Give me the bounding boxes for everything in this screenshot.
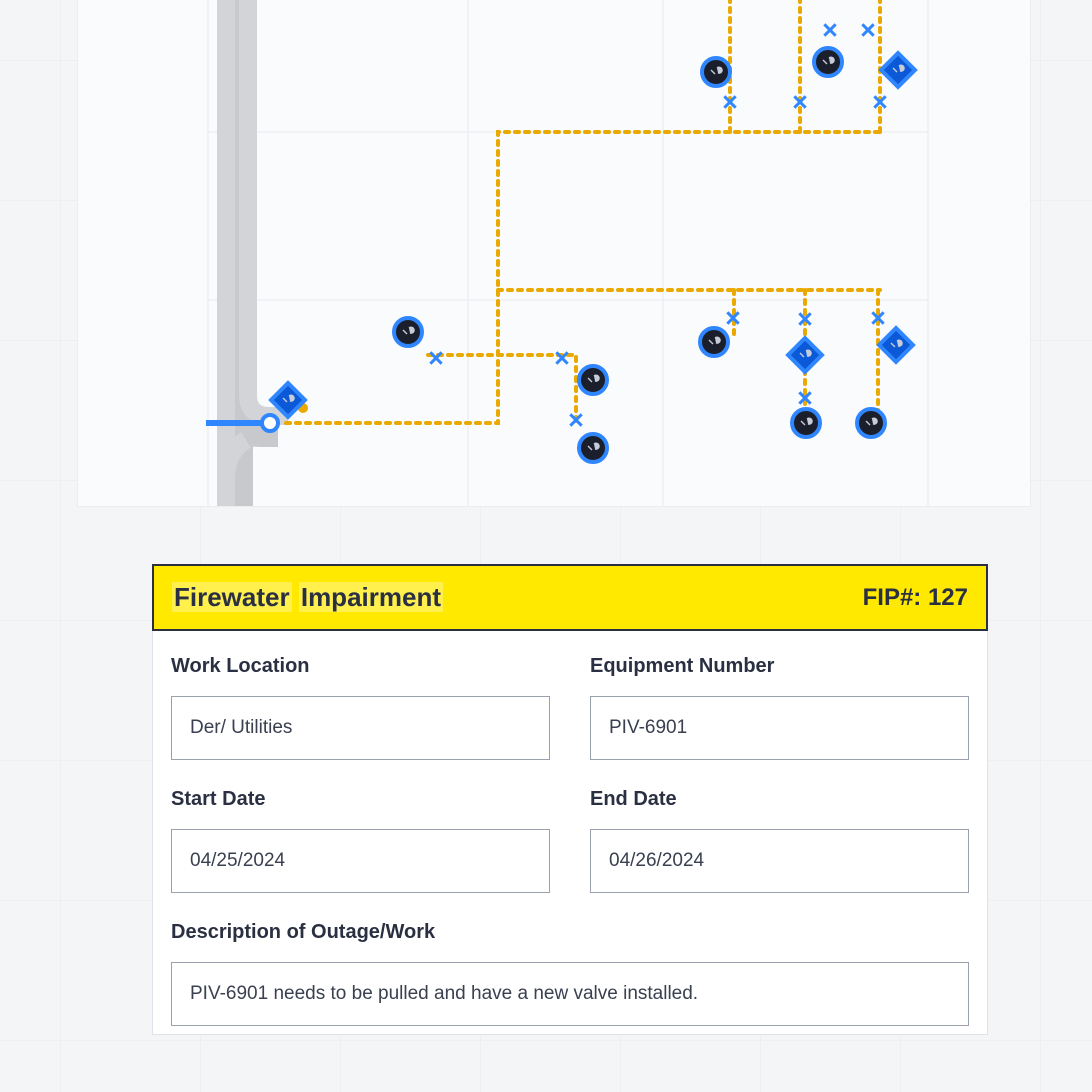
pipe-diagram[interactable] [78,0,1030,506]
hydrant-node[interactable] [702,58,730,86]
label-start-date: Start Date [171,788,550,811]
valve-node[interactable] [879,328,913,362]
hydrant-node[interactable] [579,434,607,462]
form-body: Work Location Equipment Number Start Dat… [153,631,987,1034]
valve-node[interactable] [881,53,915,87]
field-work-location: Work Location [171,655,550,760]
page: Firewater Impairment FIP#: 127 Work Loca… [0,0,1092,1092]
input-work-location[interactable] [171,696,550,760]
form-header: Firewater Impairment FIP#: 127 [152,564,988,631]
field-equipment-number: Equipment Number [590,655,969,760]
form-title-word: Firewater [172,582,292,612]
label-description: Description of Outage/Work [171,921,969,944]
hydrant-node[interactable] [857,409,885,437]
form-title: Firewater Impairment [172,582,443,613]
pipe-diagram-svg [78,0,1030,506]
hydrant-node[interactable] [394,318,422,346]
hydrant-node[interactable] [792,409,820,437]
hydrant-node[interactable] [700,328,728,356]
road [226,0,288,506]
input-equipment-number[interactable] [590,696,969,760]
hydrant-node[interactable] [814,48,842,76]
input-start-date[interactable] [171,829,550,893]
label-equipment-number: Equipment Number [590,655,969,678]
fip-number: FIP#: 127 [863,584,968,612]
hydrant-node[interactable] [579,366,607,394]
label-work-location: Work Location [171,655,550,678]
valve-node[interactable] [788,338,822,372]
field-start-date: Start Date [171,788,550,893]
field-description: Description of Outage/Work [171,921,969,1026]
input-description[interactable] [171,962,969,1026]
valve-nodes[interactable] [271,53,915,417]
field-end-date: End Date [590,788,969,893]
form-title-word: Impairment [299,582,443,612]
input-end-date[interactable] [590,829,969,893]
firewater-impairment-form: Firewater Impairment FIP#: 127 Work Loca… [152,564,988,1035]
valve-ticks [425,19,892,432]
label-end-date: End Date [590,788,969,811]
